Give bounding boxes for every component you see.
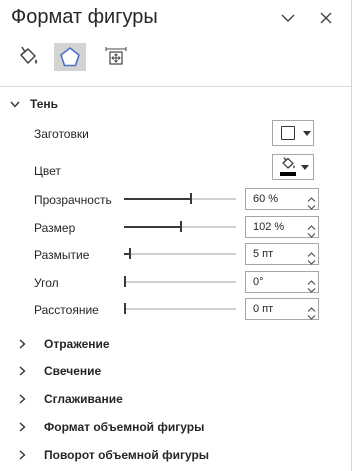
tab-effects[interactable]: [54, 43, 86, 71]
pane-title: Формат фигуры: [11, 6, 158, 28]
transparency-spin-arrows: [304, 189, 318, 210]
pentagon-icon: [60, 47, 80, 67]
spin-down-icon[interactable]: [307, 284, 316, 293]
close-icon: [320, 12, 332, 24]
section-shadow-header[interactable]: Тень: [0, 93, 340, 115]
section-reflection-header[interactable]: Отражение: [0, 333, 340, 355]
spin-up-icon[interactable]: [307, 303, 316, 312]
angle-slider-track: [124, 281, 236, 283]
caret-down-icon: [303, 130, 311, 136]
size-slider-fill: [124, 226, 181, 228]
size-slider[interactable]: [124, 219, 236, 235]
size-slider-thumb[interactable]: [180, 221, 182, 232]
chevron-right-icon: [19, 450, 26, 460]
angle-label: Угол: [34, 276, 59, 290]
color-label: Цвет: [34, 164, 61, 178]
angle-value[interactable]: 0°: [246, 276, 304, 288]
transparency-slider-thumb[interactable]: [190, 193, 192, 204]
blur-slider-thumb[interactable]: [129, 248, 131, 259]
spin-down-icon[interactable]: [307, 229, 316, 238]
distance-spinner[interactable]: 0 пт: [245, 298, 319, 320]
section-shadow-title: Тень: [30, 97, 59, 111]
spin-down-icon[interactable]: [307, 201, 316, 210]
size-spinner[interactable]: 102 %: [245, 216, 319, 238]
options-dropdown-button[interactable]: [278, 8, 298, 28]
spin-down-icon[interactable]: [307, 311, 316, 320]
section-3d-rotation-title: Поворот объемной фигуры: [44, 448, 210, 462]
tab-separator: [0, 86, 351, 87]
section-soft-edges-header[interactable]: Сглаживание: [0, 388, 340, 410]
transparency-value[interactable]: 60 %: [246, 193, 304, 205]
distance-label: Расстояние: [34, 303, 99, 317]
chevron-right-icon: [19, 422, 26, 432]
chevron-down-icon: [10, 101, 20, 108]
spin-down-icon[interactable]: [307, 256, 316, 265]
spin-up-icon[interactable]: [307, 276, 316, 285]
transparency-slider-fill: [124, 198, 191, 200]
chevron-down-icon: [281, 14, 295, 22]
blur-label: Размытие: [34, 248, 90, 262]
close-button[interactable]: [316, 8, 336, 28]
distance-spin-arrows: [304, 299, 318, 320]
spin-up-icon[interactable]: [307, 193, 316, 202]
section-3d-format-title: Формат объемной фигуры: [44, 420, 205, 434]
transparency-label: Прозрачность: [34, 193, 112, 207]
shadow-presets-dropdown[interactable]: [272, 120, 314, 146]
angle-spinner[interactable]: 0°: [245, 271, 319, 293]
caret-down-icon: [301, 164, 309, 170]
shadow-color-swatch: [280, 172, 296, 176]
spin-up-icon[interactable]: [307, 248, 316, 257]
distance-slider[interactable]: [124, 301, 236, 317]
blur-slider[interactable]: [124, 246, 236, 262]
size-value[interactable]: 102 %: [246, 221, 304, 233]
section-glow-header[interactable]: Свечение: [0, 360, 340, 382]
shadow-preset-swatch: [281, 126, 295, 140]
color-fill-icon: [280, 157, 296, 177]
size-label: Размер: [34, 221, 76, 235]
distance-value[interactable]: 0 пт: [246, 303, 304, 315]
distance-slider-track: [124, 308, 236, 310]
angle-spin-arrows: [304, 272, 318, 293]
blur-spin-arrows: [304, 244, 318, 265]
chevron-right-icon: [19, 339, 26, 349]
angle-slider-thumb[interactable]: [124, 276, 126, 287]
transparency-slider[interactable]: [124, 191, 236, 207]
size-properties-icon: [105, 47, 127, 65]
transparency-spinner[interactable]: 60 %: [245, 188, 319, 210]
section-3d-format-header[interactable]: Формат объемной фигуры: [0, 416, 340, 438]
chevron-right-icon: [19, 394, 26, 404]
section-glow-title: Свечение: [44, 364, 102, 378]
tab-size-properties[interactable]: [100, 43, 132, 71]
angle-slider[interactable]: [124, 274, 236, 290]
blur-spinner[interactable]: 5 пт: [245, 243, 319, 265]
shadow-color-dropdown[interactable]: [272, 154, 314, 180]
distance-slider-thumb[interactable]: [124, 303, 126, 314]
section-reflection-title: Отражение: [44, 337, 110, 351]
size-spin-arrows: [304, 217, 318, 238]
blur-value[interactable]: 5 пт: [246, 248, 304, 260]
blur-slider-track: [124, 253, 236, 255]
section-3d-rotation-header[interactable]: Поворот объемной фигуры: [0, 444, 340, 466]
section-soft-edges-title: Сглаживание: [44, 392, 123, 406]
paint-bucket-icon: [20, 46, 37, 64]
presets-label: Заготовки: [34, 127, 89, 141]
tab-fill-line[interactable]: [12, 43, 44, 71]
spin-up-icon[interactable]: [307, 221, 316, 230]
chevron-right-icon: [19, 366, 26, 376]
